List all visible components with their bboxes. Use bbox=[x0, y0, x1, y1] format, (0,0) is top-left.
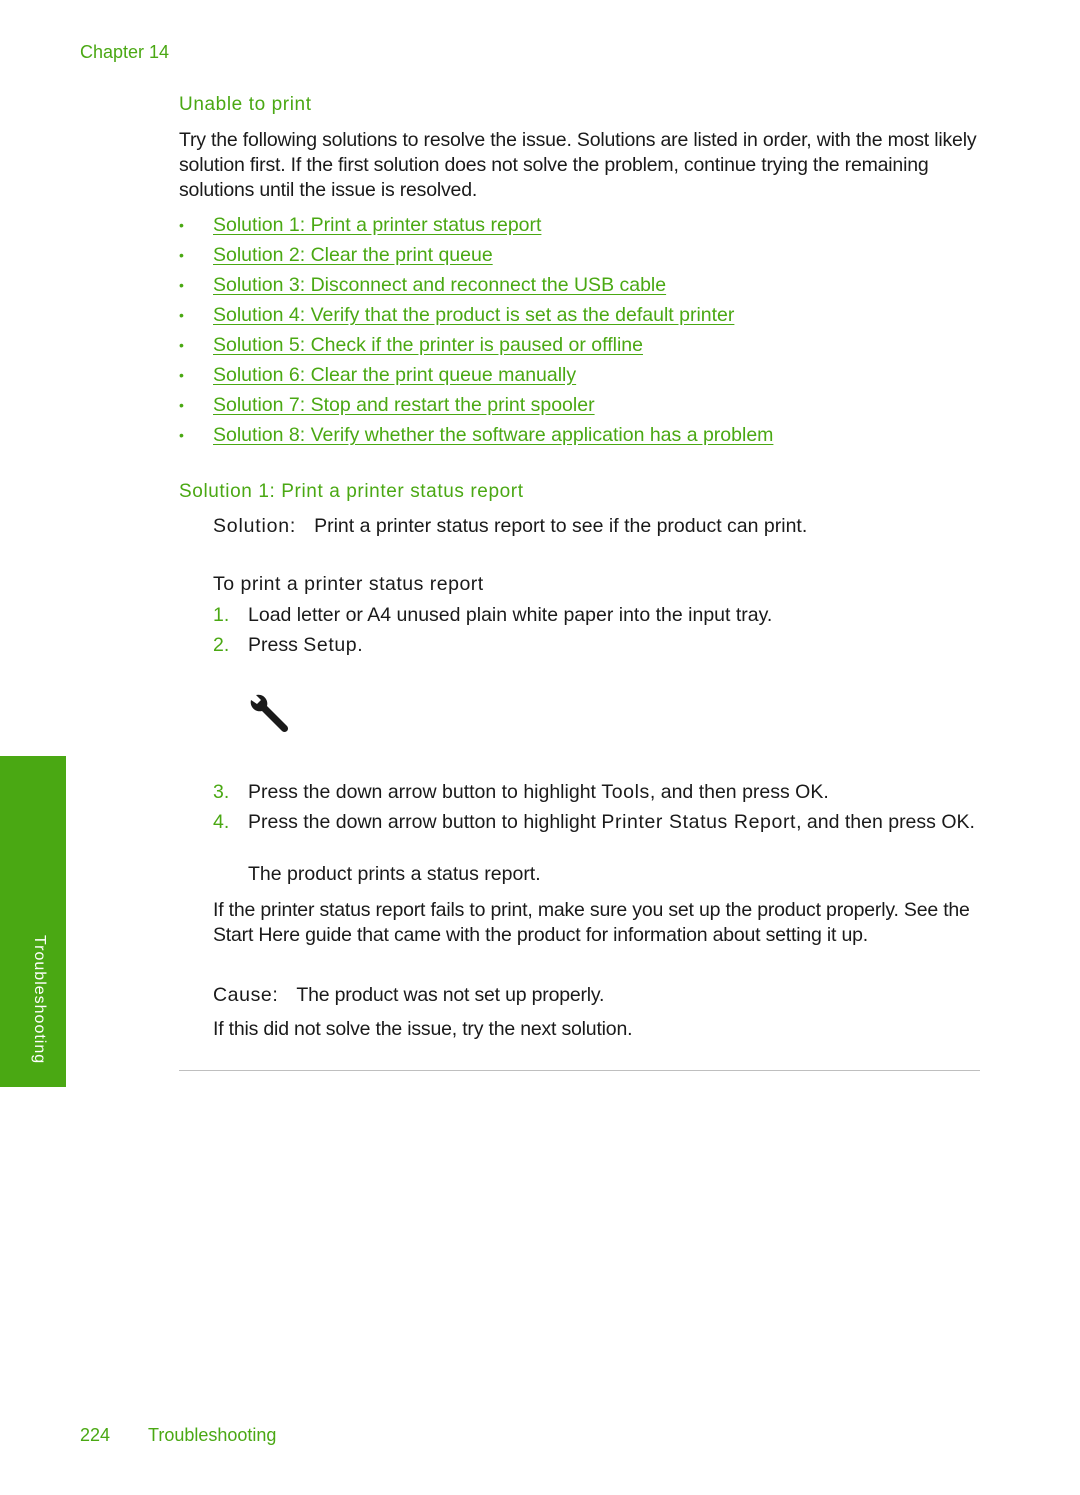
side-tab-label: Troubleshooting bbox=[31, 935, 48, 1065]
cause-text: The product was not set up properly. bbox=[296, 984, 605, 1006]
step-number: 4. bbox=[213, 811, 230, 833]
list-item: • Solution 4: Verify that the product is … bbox=[179, 302, 773, 332]
step-text-post: , and then press OK. bbox=[649, 781, 829, 803]
step-text-pre: Press bbox=[248, 634, 304, 656]
page-number: 224 bbox=[80, 1425, 111, 1445]
list-item: • Solution 1: Print a printer status repo… bbox=[179, 212, 773, 242]
bullet: • bbox=[179, 217, 184, 233]
intro-paragraph: Try the following solutions to resolve t… bbox=[179, 129, 977, 201]
solution-link-6[interactable]: Solution 6: Clear the print queue manual… bbox=[213, 362, 576, 392]
step-text-pre: Press the down arrow button to highlight bbox=[248, 781, 602, 803]
step-text: Press the down arrow button to highlight… bbox=[248, 779, 988, 805]
solution-text: Print a printer status report to see if … bbox=[314, 515, 808, 537]
step-3: 3. Press the down arrow button to highli… bbox=[213, 779, 988, 805]
ui-term: Tools bbox=[601, 781, 650, 803]
step-number: 1. bbox=[213, 604, 230, 626]
step-text: Press Setup. bbox=[248, 632, 988, 658]
list-item: • Solution 8: Verify whether the software… bbox=[179, 422, 773, 452]
procedure-title: To print a printer status report bbox=[213, 573, 484, 595]
bullet: • bbox=[179, 277, 184, 293]
solution-label: Solution: bbox=[213, 515, 297, 537]
ui-term: Printer Status Report bbox=[601, 811, 797, 833]
step-text: Press the down arrow button to highlight… bbox=[248, 809, 988, 835]
bullet: • bbox=[179, 247, 184, 263]
section-divider bbox=[179, 1070, 980, 1071]
list-item: • Solution 6: Clear the print queue manua… bbox=[179, 362, 773, 392]
fail-paragraph: If the printer status report fails to pr… bbox=[213, 899, 970, 946]
list-item: • Solution 7: Stop and restart the print … bbox=[179, 392, 773, 422]
bullet: • bbox=[179, 337, 184, 353]
list-item: • Solution 3: Disconnect and reconnect th… bbox=[179, 272, 773, 302]
step-1: 1. Load letter or A4 unused plain white … bbox=[213, 602, 988, 628]
bullet: • bbox=[179, 307, 184, 323]
solution-link-4[interactable]: Solution 4: Verify that the product is s… bbox=[213, 302, 734, 332]
step-4-note: The product prints a status report. bbox=[248, 863, 541, 885]
step-4: 4. Press the down arrow button to highli… bbox=[213, 809, 988, 835]
cause-label: Cause: bbox=[213, 984, 279, 1006]
step-text-post: , and then press OK. bbox=[796, 811, 975, 833]
solution-line: Solution: Print a printer status report t… bbox=[213, 515, 807, 538]
step-text-post: . bbox=[357, 634, 363, 656]
bullet: • bbox=[179, 397, 184, 413]
list-item: • Solution 5: Check if the printer is pau… bbox=[179, 332, 773, 362]
cause-line: Cause: The product was not set up properl… bbox=[213, 983, 988, 1008]
wrench-icon bbox=[245, 692, 293, 736]
bullet: • bbox=[179, 427, 184, 443]
bullet: • bbox=[179, 367, 184, 383]
solution-link-8[interactable]: Solution 8: Verify whether the software … bbox=[213, 422, 773, 452]
step-2: 2. Press Setup. bbox=[213, 632, 988, 658]
chapter-label: Chapter 14 bbox=[80, 42, 170, 62]
ui-term: Setup bbox=[303, 634, 358, 656]
solution1-heading: Solution 1: Print a printer status repor… bbox=[179, 481, 524, 502]
solution-link-7[interactable]: Solution 7: Stop and restart the print s… bbox=[213, 392, 595, 422]
list-item: • Solution 2: Clear the print queue bbox=[179, 242, 773, 272]
solution-link-1[interactable]: Solution 1: Print a printer status repor… bbox=[213, 212, 541, 242]
solution-link-2[interactable]: Solution 2: Clear the print queue bbox=[213, 242, 493, 272]
next-solution-note: If this did not solve the issue, try the… bbox=[213, 1018, 633, 1040]
step-number: 3. bbox=[213, 781, 230, 803]
footer-section: Troubleshooting bbox=[148, 1425, 277, 1445]
step-number: 2. bbox=[213, 634, 230, 656]
solutions-list: • Solution 1: Print a printer status repo… bbox=[179, 212, 773, 452]
solution-link-5[interactable]: Solution 5: Check if the printer is paus… bbox=[213, 332, 643, 362]
step-text-pre: Press the down arrow button to highlight bbox=[248, 811, 602, 833]
solution-link-3[interactable]: Solution 3: Disconnect and reconnect the… bbox=[213, 272, 666, 302]
step-text: Load letter or A4 unused plain white pap… bbox=[248, 604, 773, 626]
section-heading: Unable to print bbox=[179, 94, 312, 115]
